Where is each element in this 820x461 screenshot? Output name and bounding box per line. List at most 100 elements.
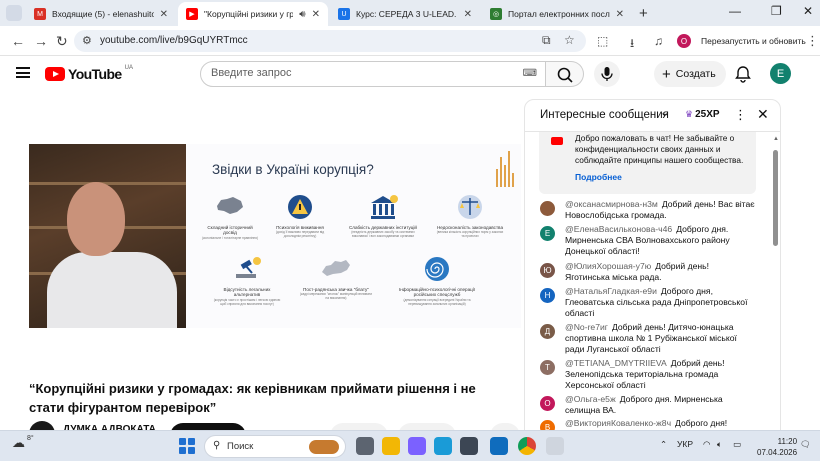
search-icon: ⚲ bbox=[213, 440, 221, 451]
speaker-body bbox=[47, 252, 177, 328]
user-avatar[interactable]: T bbox=[540, 360, 555, 375]
voice-search-button[interactable] bbox=[594, 61, 620, 87]
notifications-bell-icon[interactable] bbox=[734, 65, 752, 83]
chat-author[interactable]: @TETIANA_DMYTRIIEVA bbox=[565, 358, 667, 368]
address-bar[interactable]: ⚙︎ youtube.com/live/b9GqUYRTmcc ⧉ ☆ bbox=[74, 30, 586, 52]
chat-author[interactable]: @НатальяГладкая-е9и bbox=[565, 286, 657, 296]
chat-author[interactable]: @ЮлияХорошая-у7ю bbox=[565, 261, 651, 271]
profile-avatar[interactable]: O bbox=[677, 34, 691, 48]
user-avatar[interactable]: Ю bbox=[540, 263, 555, 278]
gavel-icon bbox=[236, 257, 261, 278]
search-box: ⌨ bbox=[200, 61, 546, 87]
menu-icon[interactable] bbox=[16, 67, 30, 78]
taskbar-search[interactable]: ⚲ Поиск bbox=[204, 435, 346, 458]
scroll-up-icon[interactable]: ▲ bbox=[773, 136, 779, 142]
user-avatar[interactable] bbox=[540, 201, 555, 216]
youtube-icon: ▶ bbox=[186, 8, 198, 20]
user-avatar[interactable]: Н bbox=[540, 288, 555, 303]
back-icon[interactable]: ← bbox=[11, 33, 25, 49]
bookmark-star-icon[interactable]: ☆ bbox=[564, 33, 575, 47]
browser-tab-strip: M Входящие (5) - elenashuitova@ ✕ ▶ "Кор… bbox=[0, 0, 820, 26]
outlook-icon[interactable] bbox=[490, 437, 508, 455]
search-button[interactable] bbox=[546, 61, 584, 87]
more-vertical-icon[interactable]: ⋮ bbox=[734, 107, 747, 123]
language-indicator[interactable]: УКР bbox=[677, 439, 693, 449]
ulead-icon: U bbox=[338, 8, 350, 20]
chevron-down-icon[interactable]: ⌄ bbox=[660, 106, 669, 119]
volume-icon[interactable]: 🔈︎ bbox=[717, 439, 722, 450]
chat-mode-label[interactable]: Интересные сообщения bbox=[540, 109, 669, 121]
file-explorer-icon[interactable] bbox=[382, 437, 400, 455]
app-icon[interactable] bbox=[546, 437, 564, 455]
portal-icon: ◎ bbox=[490, 8, 502, 20]
slide-item: Пост-радянська звичка "блату" (кадрі мер… bbox=[298, 256, 374, 300]
slide-item: Інформаційно-психологічні операції росій… bbox=[396, 256, 478, 306]
chat-text: Доброго дня! bbox=[675, 418, 728, 428]
copilot-icon[interactable] bbox=[408, 437, 426, 455]
user-avatar[interactable]: Е bbox=[540, 226, 555, 241]
slide-item: Слабкість державних інституцій (неєдніст… bbox=[346, 194, 420, 238]
relaunch-button[interactable]: Перезапустить и обновить bbox=[697, 30, 810, 52]
store-icon[interactable] bbox=[460, 437, 478, 455]
speaker-webcam bbox=[29, 144, 186, 328]
learn-more-link[interactable]: Подробнее bbox=[575, 172, 622, 182]
chat-welcome-banner: Добро пожаловать в чат! Не забывайте о к… bbox=[539, 132, 756, 194]
browser-tab-portal[interactable]: ◎ Портал електронних послуг П ✕ bbox=[482, 2, 632, 26]
chat-author[interactable]: @ВикторияКоваленко-ж8ч bbox=[565, 418, 671, 428]
video-player[interactable]: Звідки в Україні корупція? Складний істо… bbox=[29, 144, 521, 328]
new-tab-icon[interactable]: + bbox=[639, 5, 648, 22]
edge-icon[interactable] bbox=[434, 437, 452, 455]
live-chat-panel: Интересные сообщения ⌄ ♛ 25XP ⋮ ✕ Добро п… bbox=[524, 99, 781, 461]
browser-tab-gmail[interactable]: M Входящие (5) - elenashuitova@ ✕ bbox=[26, 2, 176, 26]
restore-icon[interactable]: ❐ bbox=[771, 4, 782, 18]
notifications-icon[interactable]: 🗨︎ bbox=[800, 439, 811, 450]
presentation-slide: Звідки в Україні корупція? Складний істо… bbox=[186, 144, 521, 328]
minimize-icon[interactable]: — bbox=[729, 4, 741, 18]
chat-author[interactable]: @оксанасмирнова-н3м bbox=[565, 199, 658, 209]
task-view-icon[interactable] bbox=[356, 437, 374, 455]
spiral-icon bbox=[425, 257, 449, 281]
tab-close-icon[interactable]: ✕ bbox=[464, 9, 472, 20]
extensions-icon[interactable]: ⬚ bbox=[597, 34, 608, 48]
chrome-icon[interactable] bbox=[518, 437, 536, 455]
search-input[interactable] bbox=[211, 67, 501, 79]
tab-close-icon[interactable]: ✕ bbox=[312, 9, 320, 20]
audio-icon[interactable]: 🔊︎ bbox=[299, 9, 305, 20]
close-icon[interactable]: ✕ bbox=[757, 106, 769, 123]
downloads-icon[interactable]: ⭳ bbox=[630, 34, 634, 55]
chat-author[interactable]: @No-re7иг bbox=[565, 322, 608, 332]
user-avatar[interactable]: Д bbox=[540, 324, 555, 339]
plus-icon: + bbox=[662, 65, 671, 83]
tab-actions-button[interactable] bbox=[6, 5, 22, 21]
microphone-icon bbox=[601, 67, 613, 81]
chat-author[interactable]: @Ольга-е5ж bbox=[565, 394, 616, 404]
youtube-logo[interactable]: YouTube UA bbox=[45, 65, 133, 82]
video-title: “Корупційні ризики у громадах: як керівн… bbox=[29, 381, 476, 415]
wifi-icon[interactable]: ◠ bbox=[703, 439, 710, 450]
browser-menu-icon[interactable]: ⋮ bbox=[806, 33, 819, 49]
tab-close-icon[interactable]: ✕ bbox=[160, 9, 168, 20]
slide-title: Звідки в Україні корупція? bbox=[212, 162, 374, 177]
media-controls-icon[interactable]: ♫ bbox=[654, 34, 663, 48]
start-button[interactable] bbox=[179, 438, 195, 454]
reload-icon[interactable]: ↻ bbox=[56, 33, 68, 50]
keyboard-icon[interactable]: ⌨ bbox=[523, 68, 537, 79]
tab-close-icon[interactable]: ✕ bbox=[616, 9, 624, 20]
account-avatar[interactable]: E bbox=[770, 63, 791, 84]
browser-tab-course[interactable]: U Курс: СЕРЕДА 3 U-LEAD. ЗАХОД ✕ bbox=[330, 2, 480, 26]
url-text[interactable]: youtube.com/live/b9GqUYRTmcc bbox=[100, 35, 248, 46]
xp-badge[interactable]: ♛ 25XP bbox=[685, 109, 720, 120]
forward-icon[interactable]: → bbox=[34, 33, 48, 49]
chat-scrollbar[interactable] bbox=[773, 150, 778, 246]
window-close-icon[interactable]: ✕ bbox=[803, 4, 813, 18]
site-info-icon[interactable]: ⚙︎ bbox=[82, 34, 92, 47]
create-button[interactable]: + Создать bbox=[654, 61, 726, 87]
install-app-icon[interactable]: ⧉ bbox=[542, 33, 551, 48]
system-clock[interactable]: 11:20 07.04.2026 bbox=[757, 436, 797, 458]
user-avatar[interactable]: О bbox=[540, 396, 555, 411]
weather-widget[interactable]: ☁ 8° bbox=[12, 435, 34, 451]
tray-chevron-icon[interactable]: ⌃ bbox=[660, 439, 667, 450]
battery-icon[interactable]: ▭ bbox=[733, 439, 741, 450]
browser-tab-youtube[interactable]: ▶ "Корупційні ризики у гром 🔊︎ ✕ bbox=[178, 2, 328, 26]
chat-author[interactable]: @ЕленаВасильконова-ч46 bbox=[565, 224, 672, 234]
